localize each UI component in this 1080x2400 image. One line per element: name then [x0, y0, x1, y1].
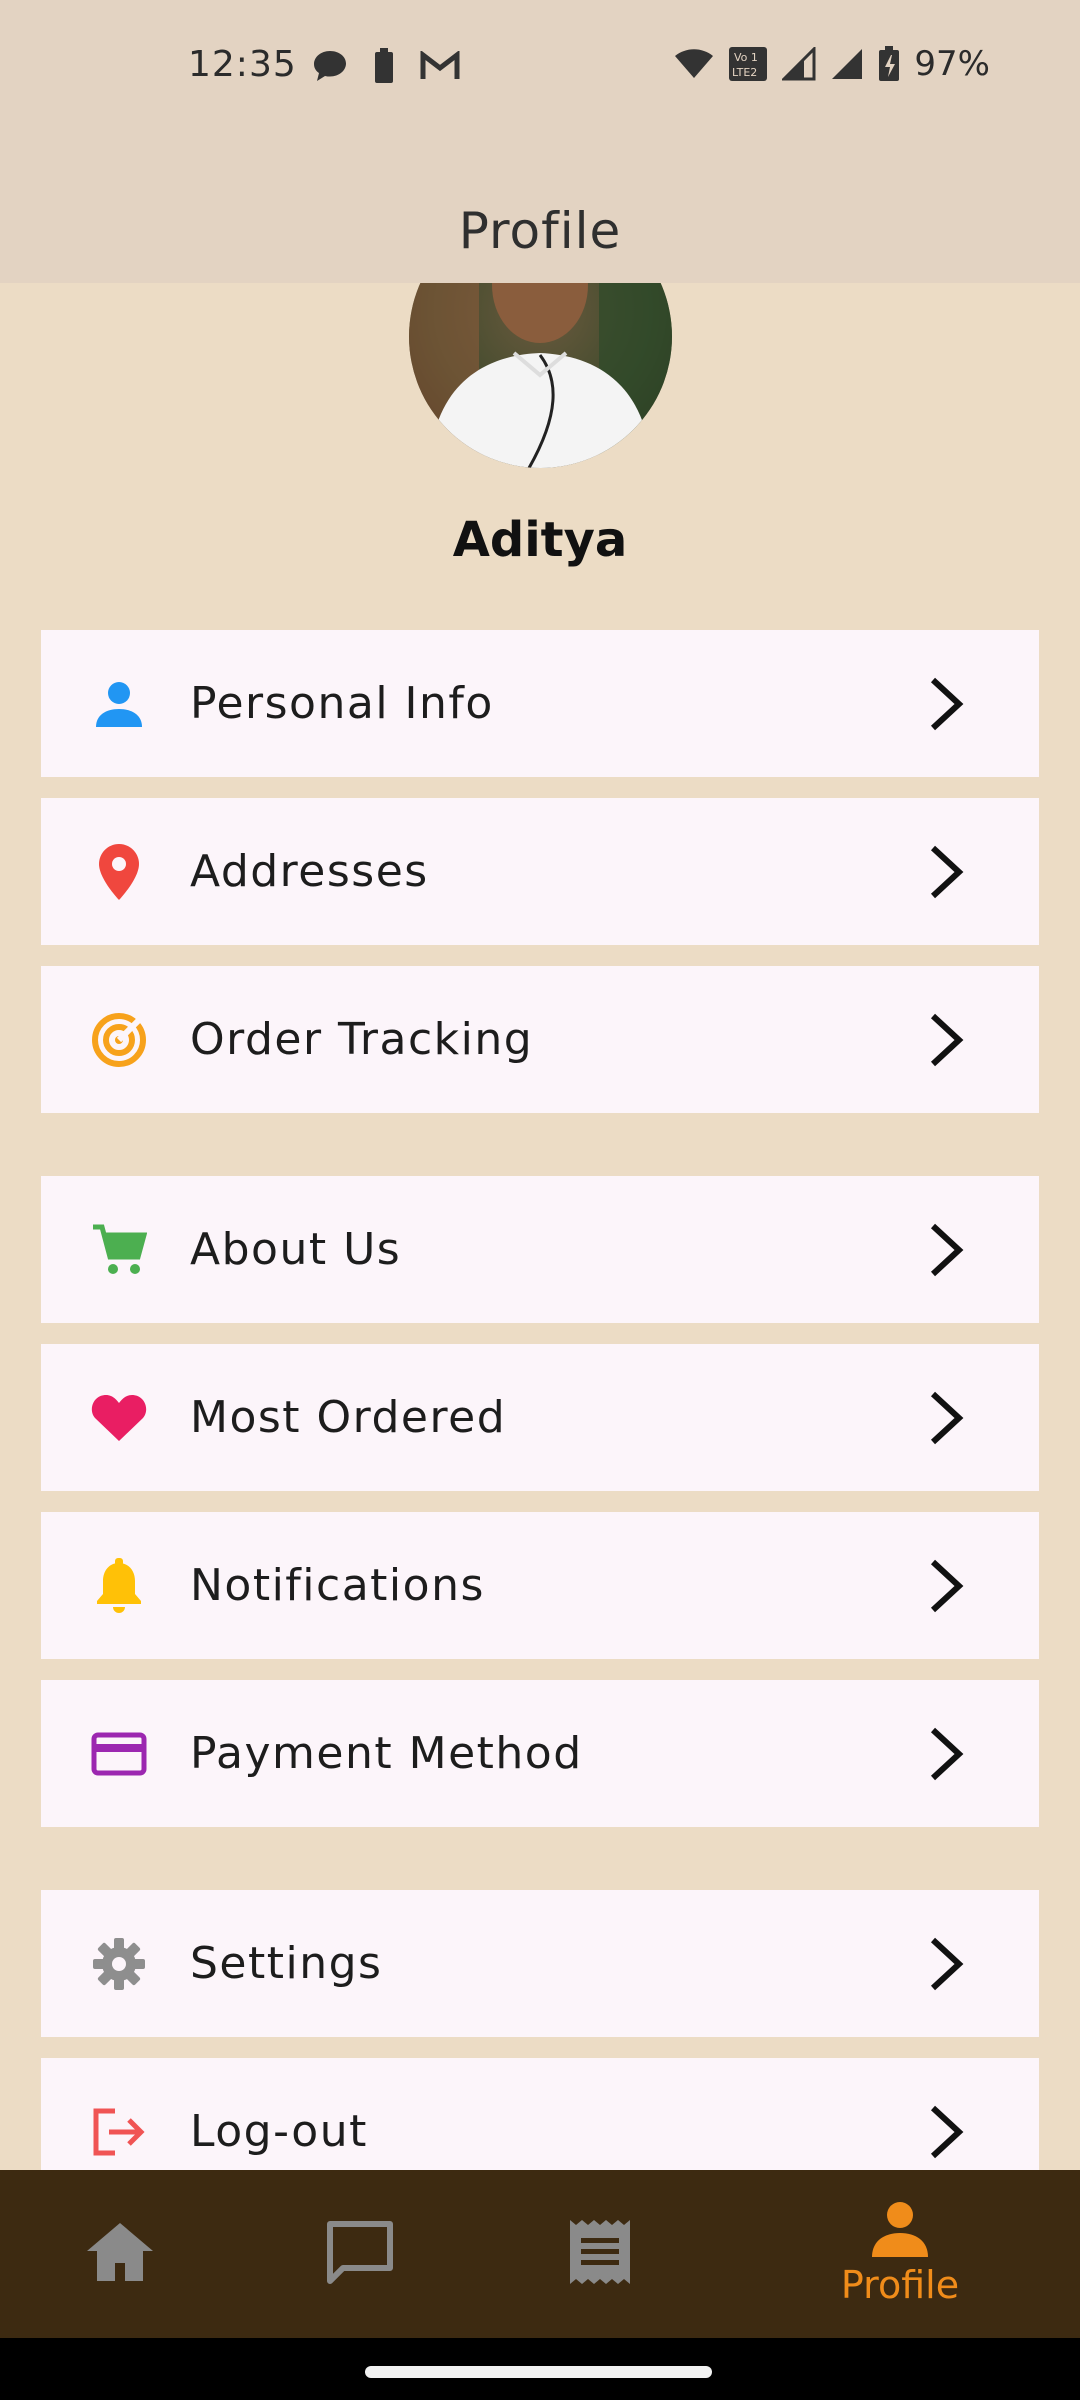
battery-percent: 97%: [914, 44, 990, 84]
gear-icon: [87, 1932, 151, 1996]
volte-icon: Vo 1 LTE2: [728, 46, 768, 82]
wifi-icon: [674, 48, 714, 80]
profile-name: Aditya: [452, 512, 628, 568]
heart-icon: [87, 1386, 151, 1450]
nav-label: Profile: [840, 2263, 960, 2307]
nav-chat[interactable]: [240, 2170, 480, 2338]
status-notification-icons: [312, 48, 460, 84]
cart-icon: [87, 1218, 151, 1282]
receipt-icon: [568, 2218, 632, 2290]
signal-icon: [782, 47, 816, 81]
battery-saver-icon: [374, 48, 394, 84]
chevron-right-icon: [927, 1388, 967, 1448]
status-time: 12:35: [188, 44, 297, 85]
menu-item-settings[interactable]: Settings: [41, 1890, 1039, 2037]
chat-bubble-icon: [312, 49, 348, 83]
home-gesture-handle[interactable]: [365, 2366, 712, 2378]
menu-item-label: Personal Info: [190, 678, 494, 729]
nav-home[interactable]: [0, 2170, 240, 2338]
logout-icon: [87, 2100, 151, 2164]
bell-icon: [87, 1554, 151, 1618]
app-bar: Profile: [0, 130, 1080, 283]
chevron-right-icon: [927, 1724, 967, 1784]
menu-item-payment-method[interactable]: Payment Method: [41, 1680, 1039, 1827]
chevron-right-icon: [927, 1556, 967, 1616]
menu-item-label: Log-out: [190, 2106, 368, 2157]
location-pin-icon: [87, 840, 151, 904]
svg-text:LTE2: LTE2: [732, 66, 757, 79]
battery-charging-icon: [878, 46, 900, 82]
chevron-right-icon: [927, 1934, 967, 1994]
menu-item-most-ordered[interactable]: Most Ordered: [41, 1344, 1039, 1491]
nav-profile[interactable]: Profile: [780, 2170, 1020, 2338]
chevron-right-icon: [927, 1220, 967, 1280]
signal-icon: [830, 47, 864, 81]
menu-item-label: Order Tracking: [190, 1014, 534, 1065]
gmail-icon: [420, 51, 460, 81]
menu-item-label: Notifications: [190, 1560, 485, 1611]
person-icon: [87, 672, 151, 736]
credit-card-icon: [87, 1722, 151, 1786]
bottom-nav: Profile: [0, 2170, 1080, 2338]
menu-item-label: Addresses: [190, 846, 429, 897]
home-icon: [85, 2221, 155, 2287]
menu-item-label: About Us: [190, 1224, 402, 1275]
menu-item-label: Most Ordered: [190, 1392, 507, 1443]
status-system-icons: Vo 1 LTE2 97%: [674, 44, 990, 84]
profile-icon: [870, 2201, 930, 2261]
menu-item-label: Settings: [190, 1938, 383, 1989]
radar-target-icon: [87, 1008, 151, 1072]
chevron-right-icon: [927, 2102, 967, 2162]
menu-item-addresses[interactable]: Addresses: [41, 798, 1039, 945]
menu-item-personal-info[interactable]: Personal Info: [41, 630, 1039, 777]
menu-item-order-tracking[interactable]: Order Tracking: [41, 966, 1039, 1113]
menu-item-notifications[interactable]: Notifications: [41, 1512, 1039, 1659]
system-gesture-bar: [0, 2338, 1080, 2400]
chevron-right-icon: [927, 842, 967, 902]
status-bar: 12:35 Vo 1 LTE2 97%: [0, 0, 1080, 130]
nav-orders[interactable]: [480, 2170, 720, 2338]
chat-icon: [325, 2219, 395, 2289]
chevron-right-icon: [927, 1010, 967, 1070]
chevron-right-icon: [927, 674, 967, 734]
menu-item-about-us[interactable]: About Us: [41, 1176, 1039, 1323]
menu-item-label: Payment Method: [190, 1728, 583, 1779]
page-title: Profile: [458, 202, 622, 260]
svg-text:Vo 1: Vo 1: [734, 51, 758, 64]
